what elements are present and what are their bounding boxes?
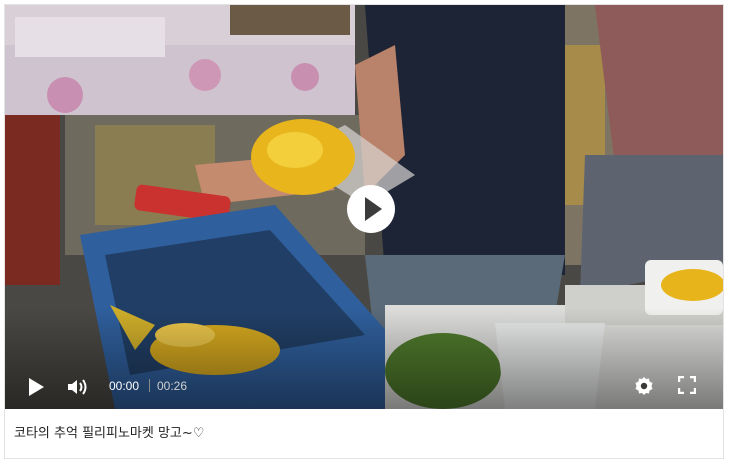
video-caption: 코타의 추억 필리피노마켓 망고~♡ [14,426,205,441]
gear-icon[interactable] [634,376,654,396]
time-divider [149,379,150,392]
video-card: 00:00 00:26 [4,4,724,459]
play-icon[interactable] [27,377,45,397]
current-time: 00:00 [109,379,140,393]
video-player[interactable]: 00:00 00:26 [5,5,723,409]
fullscreen-icon[interactable] [678,376,696,394]
video-controls: 00:00 00:26 [5,365,723,409]
play-circle-icon[interactable] [345,183,397,235]
duration: 00:26 [157,379,188,393]
volume-icon[interactable] [67,378,89,396]
